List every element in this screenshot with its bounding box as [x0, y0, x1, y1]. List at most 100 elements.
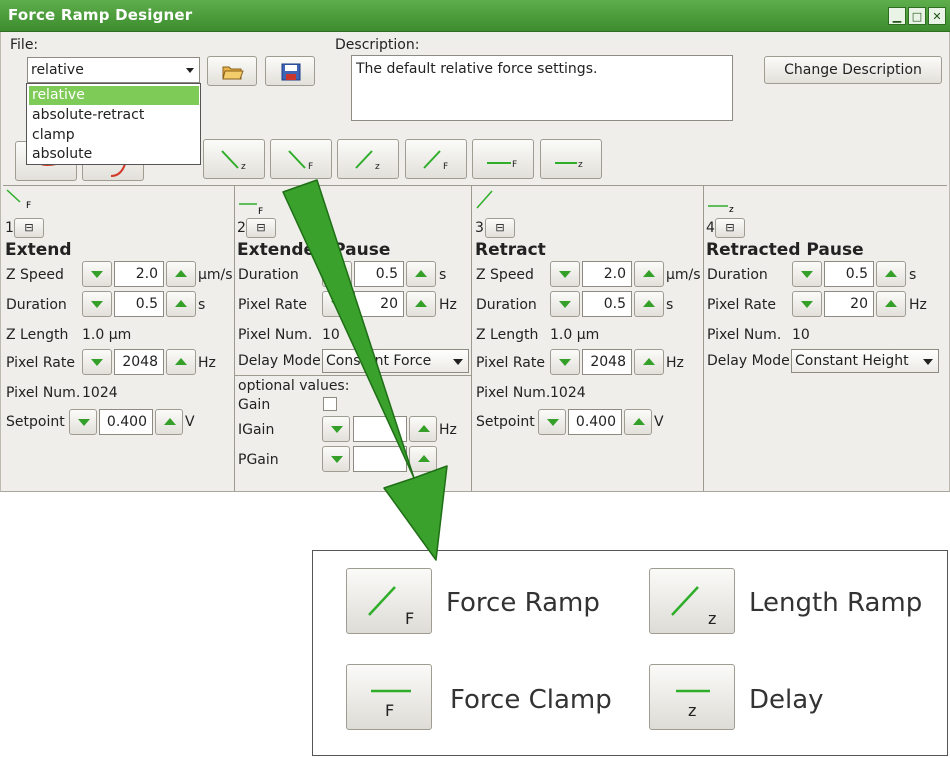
- pgain-increment[interactable]: [409, 446, 437, 472]
- segment-title: Retract: [475, 240, 546, 260]
- pixelrate-label: Pixel Rate: [476, 355, 545, 371]
- z-up-ramp-icon: [355, 150, 373, 169]
- delaymode-select[interactable]: Constant Height: [791, 349, 939, 373]
- arrow-down-icon: [801, 271, 813, 278]
- arrow-up-icon: [175, 358, 187, 365]
- setpoint-decrement[interactable]: [538, 409, 566, 435]
- column-divider: [703, 185, 704, 491]
- legend-sub-label: F: [405, 609, 415, 628]
- zspeed-decrement[interactable]: [550, 261, 580, 287]
- duration-label: Duration: [707, 267, 768, 283]
- minimize-button[interactable]: ▁: [888, 7, 906, 25]
- delay-button[interactable]: z: [649, 664, 735, 730]
- pixelrate-input[interactable]: 2048: [114, 349, 164, 375]
- arrow-up-icon: [643, 358, 655, 365]
- pixelrate-increment[interactable]: [634, 349, 664, 375]
- delay-label: Delay: [749, 685, 824, 715]
- force-ramp-button[interactable]: F: [346, 568, 432, 634]
- duration-increment[interactable]: [166, 291, 196, 317]
- pixelrate-decrement[interactable]: [82, 349, 112, 375]
- collapse-segment-4-button[interactable]: ⊟: [715, 218, 745, 238]
- gain-checkbox[interactable]: [323, 397, 337, 411]
- pixelrate-input[interactable]: 20: [354, 291, 404, 317]
- collapse-icon: ⊟: [256, 221, 266, 234]
- arrow-up-icon: [175, 300, 187, 307]
- arrow-down-icon: [547, 419, 559, 426]
- arrow-down-icon: [91, 301, 103, 308]
- pgain-input[interactable]: [353, 446, 407, 472]
- force-clamp-button[interactable]: F: [346, 664, 432, 730]
- pixelrate-decrement[interactable]: [792, 291, 822, 317]
- add-force-clamp-button[interactable]: F: [472, 139, 534, 179]
- duration-input[interactable]: 0.5: [582, 291, 632, 317]
- pixelrate-input[interactable]: 2048: [582, 349, 632, 375]
- add-delay-button[interactable]: z: [540, 139, 602, 179]
- pixelrate-decrement[interactable]: [322, 291, 352, 317]
- collapse-segment-2-button[interactable]: ⊟: [246, 218, 276, 238]
- change-description-button[interactable]: Change Description: [764, 56, 942, 84]
- setpoint-increment[interactable]: [155, 409, 183, 435]
- delaymode-label: Delay Mode: [707, 353, 790, 369]
- zspeed-decrement[interactable]: [82, 261, 112, 287]
- collapse-segment-1-button[interactable]: ⊟: [14, 218, 44, 238]
- duration-increment[interactable]: [406, 261, 436, 287]
- delaymode-select[interactable]: Constant Force: [322, 349, 469, 373]
- add-z-down-ramp-button[interactable]: z: [203, 139, 265, 179]
- zspeed-input[interactable]: 2.0: [582, 261, 632, 287]
- pixelrate-increment[interactable]: [166, 349, 196, 375]
- delay-icon: [555, 162, 577, 164]
- pixelrate-increment[interactable]: [876, 291, 906, 317]
- setpoint-unit: V: [185, 414, 195, 430]
- duration-decrement[interactable]: [550, 291, 580, 317]
- zlength-value: 1.0 µm: [82, 327, 132, 343]
- duration-decrement[interactable]: [792, 261, 822, 287]
- igain-decrement[interactable]: [322, 416, 350, 442]
- setpoint-unit: V: [654, 414, 664, 430]
- legend-sub-label: z: [688, 701, 697, 720]
- zspeed-unit: µm/s: [666, 267, 701, 283]
- file-option[interactable]: relative: [29, 86, 199, 105]
- length-ramp-button[interactable]: z: [649, 568, 735, 634]
- setpoint-decrement[interactable]: [69, 409, 97, 435]
- duration-decrement[interactable]: [82, 291, 112, 317]
- pixelrate-increment[interactable]: [406, 291, 436, 317]
- delay-icon: z: [708, 205, 734, 215]
- file-combo[interactable]: relative: [27, 57, 200, 83]
- maximize-button[interactable]: □: [908, 7, 926, 25]
- pgain-label: PGain: [238, 452, 279, 468]
- zspeed-increment[interactable]: [634, 261, 664, 287]
- optional-values-label: optional values:: [238, 378, 350, 394]
- column-divider: [234, 185, 235, 491]
- file-option[interactable]: absolute: [29, 145, 199, 164]
- duration-input[interactable]: 0.5: [824, 261, 874, 287]
- pixelrate-input[interactable]: 20: [824, 291, 874, 317]
- duration-increment[interactable]: [876, 261, 906, 287]
- pixelrate-decrement[interactable]: [550, 349, 580, 375]
- pixelnum-label: Pixel Num.: [6, 385, 81, 401]
- zspeed-input[interactable]: 2.0: [114, 261, 164, 287]
- ramp-sub-label: z: [375, 162, 380, 172]
- add-f-down-ramp-button[interactable]: F: [270, 139, 332, 179]
- setpoint-input[interactable]: 0.400: [568, 409, 622, 435]
- pgain-decrement[interactable]: [322, 446, 350, 472]
- open-file-button[interactable]: [207, 56, 257, 86]
- add-z-up-ramp-button[interactable]: z: [337, 139, 399, 179]
- setpoint-input[interactable]: 0.400: [99, 409, 153, 435]
- duration-decrement[interactable]: [322, 261, 352, 287]
- igain-increment[interactable]: [409, 416, 437, 442]
- duration-input[interactable]: 0.5: [114, 291, 164, 317]
- add-f-up-ramp-button[interactable]: F: [405, 139, 467, 179]
- igain-input[interactable]: [353, 416, 407, 442]
- duration-input[interactable]: 0.5: [354, 261, 404, 287]
- collapse-segment-3-button[interactable]: ⊟: [485, 218, 515, 238]
- file-option[interactable]: absolute-retract: [29, 106, 199, 125]
- save-file-button[interactable]: [265, 56, 315, 86]
- setpoint-increment[interactable]: [624, 409, 652, 435]
- arrow-down-icon: [559, 359, 571, 366]
- file-option[interactable]: clamp: [29, 126, 199, 145]
- duration-increment[interactable]: [634, 291, 664, 317]
- arrow-down-icon: [91, 271, 103, 278]
- close-button[interactable]: ✕: [928, 7, 946, 25]
- zspeed-increment[interactable]: [166, 261, 196, 287]
- chevron-down-icon: [186, 68, 194, 73]
